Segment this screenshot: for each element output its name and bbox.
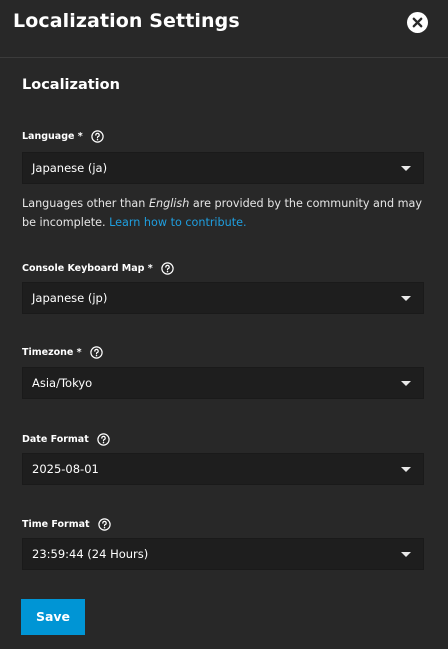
language-select[interactable]: Japanese (ja) (22, 152, 424, 184)
keyboard-map-label-text: Console Keyboard Map * (22, 263, 153, 274)
help-icon[interactable] (89, 346, 103, 359)
chevron-down-icon (401, 467, 411, 472)
section-title: Localization (22, 77, 120, 93)
chevron-down-icon (401, 166, 411, 171)
chevron-down-icon (401, 552, 411, 557)
help-icon[interactable] (161, 262, 174, 275)
keyboard-map-select[interactable]: Japanese (jp) (22, 282, 424, 314)
keyboard-map-value: Japanese (jp) (32, 291, 108, 305)
language-label: Language * (22, 130, 104, 143)
time-format-value: 23:59:44 (24 Hours) (32, 547, 149, 561)
timezone-select[interactable]: Asia/Tokyo (22, 367, 424, 399)
close-icon (412, 17, 423, 28)
dialog-header: Localization Settings (0, 0, 448, 58)
date-format-select[interactable]: 2025-08-01 (22, 453, 424, 485)
time-format-label-text: Time Format (22, 519, 90, 530)
save-button[interactable]: Save (21, 599, 85, 635)
time-format-select[interactable]: 23:59:44 (24 Hours) (22, 538, 424, 570)
language-value: Japanese (ja) (32, 161, 108, 175)
localization-settings-panel: Localization Settings Localization Langu… (0, 0, 448, 649)
timezone-label: Timezone * (22, 346, 103, 359)
date-format-label: Date Format (22, 433, 110, 446)
chevron-down-icon (401, 296, 411, 301)
help-icon[interactable] (97, 518, 111, 531)
timezone-value: Asia/Tokyo (32, 376, 93, 390)
timezone-label-text: Timezone * (22, 347, 82, 358)
time-format-label: Time Format (22, 518, 111, 531)
close-button[interactable] (407, 12, 428, 33)
contribute-link[interactable]: Learn how to contribute. (109, 216, 246, 229)
chevron-down-icon (401, 381, 411, 386)
language-label-text: Language * (22, 131, 83, 142)
help-icon[interactable] (97, 433, 110, 446)
hint-emphasis: English (148, 197, 190, 210)
keyboard-map-label: Console Keyboard Map * (22, 262, 174, 275)
date-format-label-text: Date Format (22, 434, 89, 445)
language-hint: Languages other than English are provide… (22, 194, 427, 232)
dialog-title: Localization Settings (13, 10, 240, 32)
date-format-value: 2025-08-01 (32, 462, 99, 476)
help-icon[interactable] (91, 130, 104, 143)
hint-prefix: Languages other than (22, 197, 149, 210)
